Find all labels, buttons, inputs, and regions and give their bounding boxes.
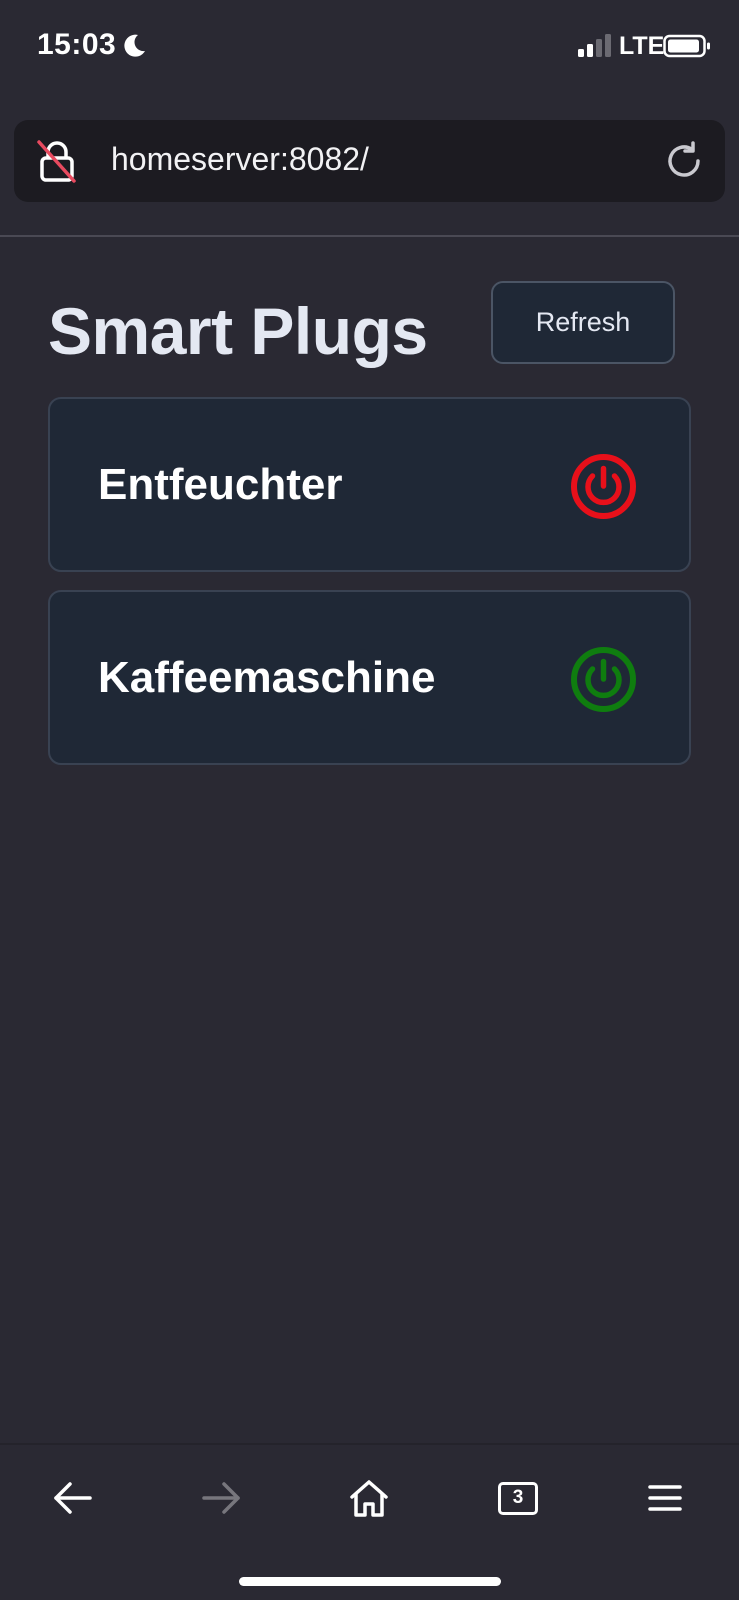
home-indicator[interactable]	[239, 1577, 501, 1586]
page-title: Smart Plugs	[48, 294, 428, 368]
insecure-lock-icon[interactable]	[36, 138, 78, 184]
menu-icon	[648, 1485, 682, 1511]
status-time: 15:03	[37, 28, 117, 61]
plug-card: Kaffeemaschine	[48, 590, 691, 765]
refresh-button[interactable]: Refresh	[491, 281, 675, 364]
tab-count: 3	[512, 1487, 524, 1508]
forward-arrow-icon	[202, 1482, 240, 1514]
power-icon[interactable]	[570, 453, 637, 520]
menu-button[interactable]	[630, 1463, 700, 1533]
tabs-button[interactable]: 3	[483, 1463, 553, 1533]
forward-button[interactable]	[186, 1463, 256, 1533]
address-bar[interactable]: homeserver:8082/	[14, 120, 725, 202]
battery-icon	[663, 34, 710, 58]
power-icon[interactable]	[570, 646, 637, 713]
url-text[interactable]: homeserver:8082/	[111, 141, 369, 178]
tabs-icon: 3	[498, 1481, 538, 1515]
home-icon	[350, 1480, 388, 1517]
toolbar-divider	[0, 235, 739, 237]
home-button[interactable]	[334, 1463, 404, 1533]
back-button[interactable]	[38, 1463, 108, 1533]
plug-card: Entfeuchter	[48, 397, 691, 572]
back-arrow-icon	[54, 1482, 92, 1514]
moon-icon	[124, 34, 145, 57]
cellular-signal-icon	[578, 34, 611, 57]
plug-name: Kaffeemaschine	[98, 653, 436, 702]
reload-icon[interactable]	[663, 140, 705, 182]
network-type: LTE	[619, 32, 665, 60]
status-bar: 15:03 LTE	[0, 0, 739, 92]
plug-name: Entfeuchter	[98, 460, 343, 509]
browser-screen: 15:03 LTE homeserver:8082/ Smart Plugs R…	[0, 0, 739, 1600]
